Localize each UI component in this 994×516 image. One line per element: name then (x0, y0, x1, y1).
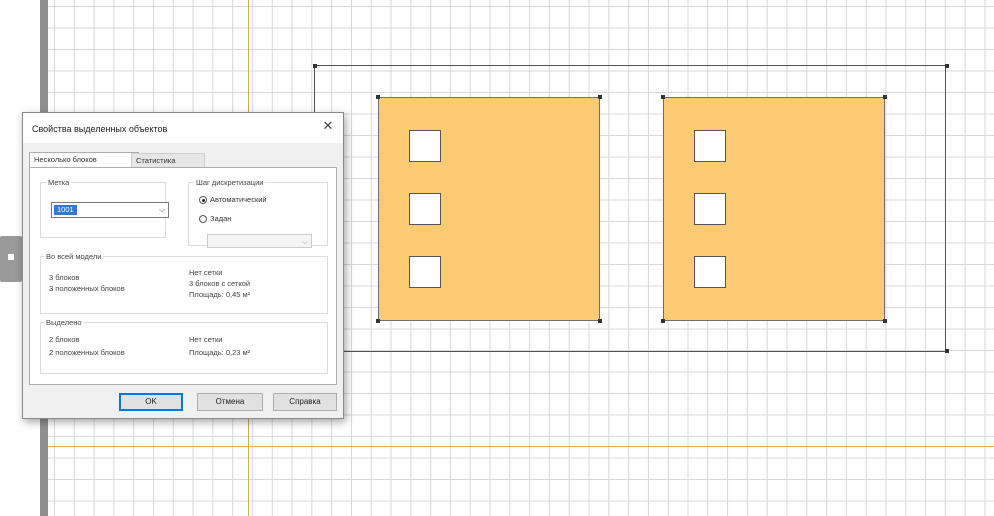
whole-model-blocks: 3 блоков (49, 273, 80, 282)
radio-auto[interactable]: Автоматический (199, 195, 267, 207)
tab-statistics[interactable]: Статистика (131, 153, 205, 168)
discretization-group-caption: Шаг дискретизации (194, 178, 266, 187)
chevron-down-icon: ⌵ (158, 205, 165, 214)
selected-blocks: 2 блоков (49, 335, 80, 344)
radio-unchecked-icon (199, 215, 207, 224)
hole[interactable] (694, 193, 726, 225)
hole[interactable] (694, 256, 726, 288)
block-right[interactable] (663, 97, 885, 321)
node-point[interactable] (945, 64, 949, 68)
whole-model-no-mesh: Нет сетки (189, 268, 223, 277)
selected-no-mesh: Нет сетки (189, 335, 223, 344)
selected-filled-blocks: 2 положенных блоков (49, 348, 125, 357)
node-point[interactable] (598, 319, 602, 323)
node-point[interactable] (376, 319, 380, 323)
hole[interactable] (409, 256, 441, 288)
whole-model-area: Площадь: 0,45 м² (189, 290, 251, 299)
node-point[interactable] (883, 95, 887, 99)
whole-model-mesh-blocks: 3 блоков с сеткой (189, 279, 251, 288)
node-point[interactable] (598, 95, 602, 99)
radio-set[interactable]: Задан (199, 214, 231, 226)
close-icon[interactable]: ✕ (319, 117, 337, 135)
radio-checked-icon (199, 196, 207, 205)
hole[interactable] (409, 193, 441, 225)
dialog-title: Свойства выделенных объектов (32, 124, 168, 134)
selected-caption: Выделено (44, 318, 84, 327)
node-point[interactable] (376, 95, 380, 99)
node-point[interactable] (661, 319, 665, 323)
help-button[interactable]: Справка (273, 393, 337, 411)
collapse-arrow-icon (8, 254, 14, 260)
whole-model-filled-blocks: 3 положенных блоков (49, 284, 125, 293)
node-point[interactable] (883, 319, 887, 323)
step-select-disabled: ⌵ (207, 234, 312, 248)
node-point[interactable] (313, 64, 317, 68)
radio-auto-label: Автоматический (210, 195, 267, 204)
node-point[interactable] (945, 349, 949, 353)
label-group-caption: Метка (46, 178, 72, 187)
selected-area: Площадь: 0,23 м² (189, 348, 251, 357)
radio-set-label: Задан (210, 214, 232, 223)
selected-objects-properties-dialog: Свойства выделенных объектов ✕ Несколько… (22, 112, 344, 419)
dialog-titlebar[interactable]: Свойства выделенных объектов ✕ (23, 113, 343, 143)
chevron-down-icon: ⌵ (301, 237, 308, 246)
tab-multiple-blocks[interactable]: Несколько блоков (29, 152, 139, 168)
label-select[interactable]: 1001 ⌵ (51, 202, 169, 218)
collapse-panel-handle[interactable] (0, 236, 22, 282)
cancel-button[interactable]: Отмена (197, 393, 263, 411)
x-axis-line (48, 446, 994, 447)
label-select-value: 1001 (54, 205, 77, 215)
ok-button[interactable]: OK (119, 393, 183, 411)
whole-model-caption: Во всей модели (44, 252, 104, 261)
block-left[interactable] (378, 97, 600, 321)
hole[interactable] (694, 130, 726, 162)
node-point[interactable] (661, 95, 665, 99)
hole[interactable] (409, 130, 441, 162)
